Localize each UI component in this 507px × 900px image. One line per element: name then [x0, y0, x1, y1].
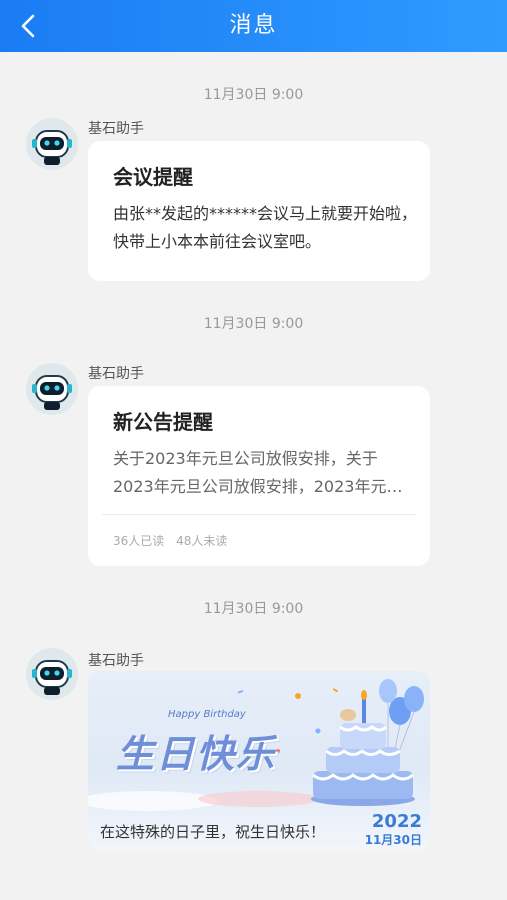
robot-avatar[interactable] [26, 648, 78, 700]
robot-avatar[interactable] [26, 363, 78, 415]
announcement-card[interactable]: 新公告提醒 关于2023年元旦公司放假安排，关于2023年元旦公司放假安排，20… [88, 386, 430, 566]
sender-name: 基石助手 [88, 653, 144, 669]
read-count: 36人已读 [113, 534, 165, 548]
robot-icon [27, 364, 77, 414]
banner-date: 11月30日 [364, 833, 422, 847]
card-title: 会议提醒 [113, 165, 193, 189]
card-body: 关于2023年元旦公司放假安排，关于2023年元旦公司放假安排，2023年元旦公… [113, 449, 403, 496]
meeting-reminder-card[interactable]: 会议提醒 由张**发起的******会议马上就要开始啦，快带上小本本前往会议室吧… [88, 141, 430, 281]
unread-count: 48人未读 [176, 534, 228, 548]
top-nav-bar: 消息 [0, 0, 507, 52]
robot-avatar[interactable] [26, 118, 78, 170]
birthday-banner-card[interactable]: Happy Birthday 生日快乐 在这特殊的日子里，祝生日快乐！ 2022… [88, 671, 430, 851]
sender-name: 基石助手 [88, 121, 144, 137]
banner-title: 生日快乐 [116, 732, 277, 776]
read-stats: 36人已读 48人未读 [113, 532, 235, 549]
banner-small-text: Happy Birthday [168, 709, 246, 720]
banner-caption: 在这特殊的日子里，祝生日快乐！ [100, 823, 326, 841]
banner-year: 2022 [371, 811, 422, 832]
robot-icon [27, 119, 77, 169]
card-divider [102, 514, 416, 515]
message-timestamp: 11月30日 9:00 [203, 601, 304, 617]
card-title: 新公告提醒 [113, 410, 213, 434]
message-timestamp: 11月30日 9:00 [203, 87, 304, 103]
robot-icon [27, 649, 77, 699]
message-timestamp: 11月30日 9:00 [203, 316, 304, 332]
page-title: 消息 [229, 13, 278, 38]
sender-name: 基石助手 [88, 366, 144, 382]
card-body: 由张**发起的******会议马上就要开始啦，快带上小本本前往会议室吧。 [113, 204, 418, 251]
